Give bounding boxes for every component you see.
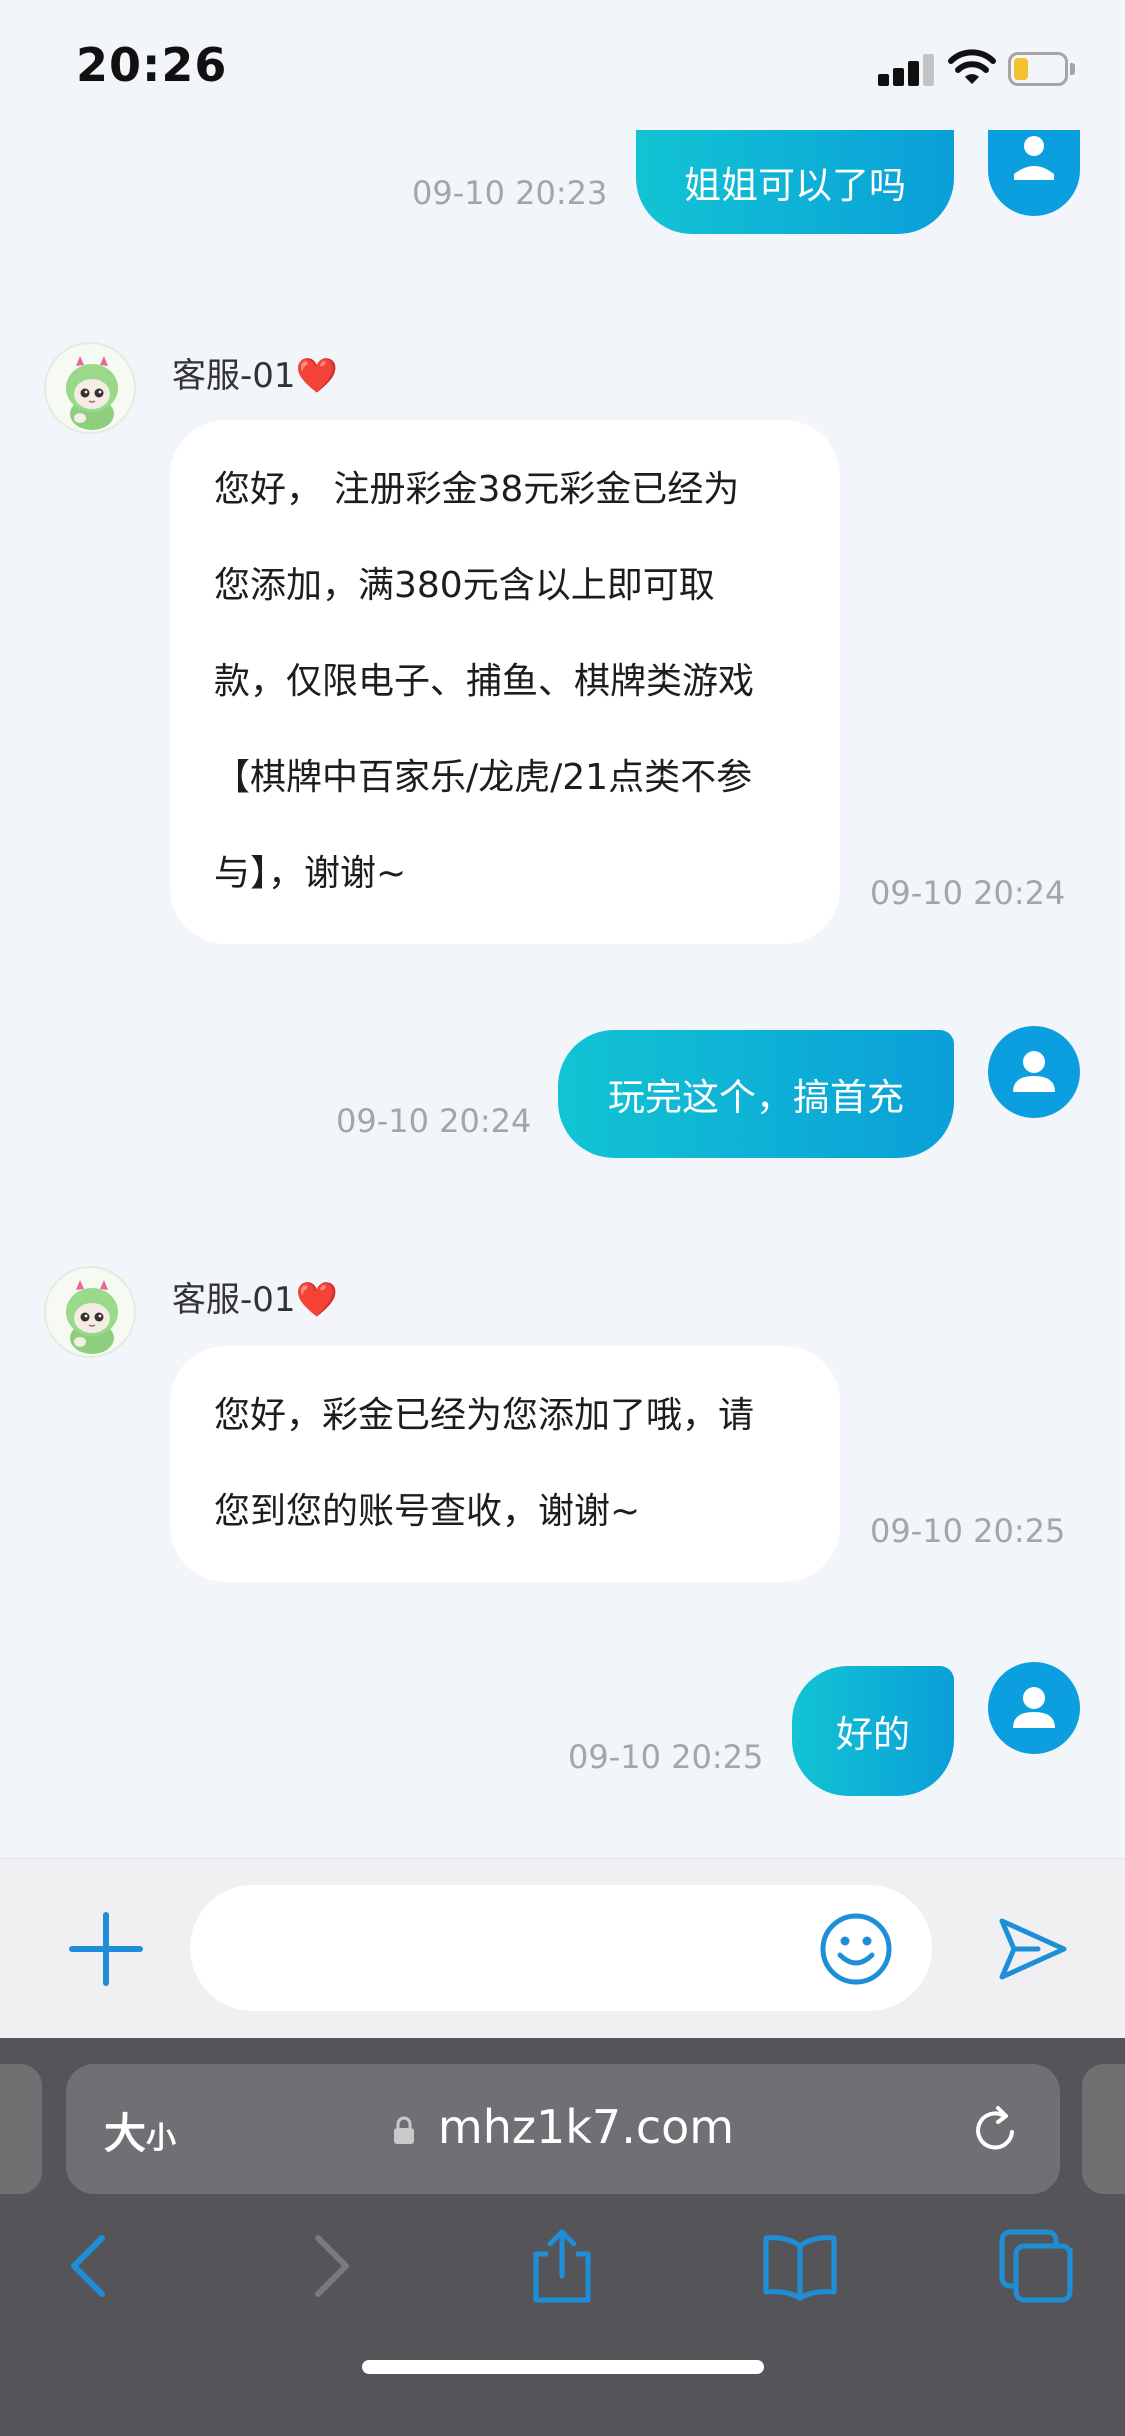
message-line: 款，仅限电子、捕鱼、棋牌类游戏	[214, 661, 755, 702]
message-line: 您添加，满380元含以上即可取	[214, 565, 715, 606]
message-timestamp: 09-10 20:24	[336, 1102, 532, 1140]
agent-avatar[interactable]	[44, 1266, 136, 1358]
message-timestamp: 09-10 20:24	[870, 874, 1066, 912]
wifi-icon	[948, 49, 996, 84]
agent-avatar[interactable]	[44, 342, 136, 434]
status-bar: 20:26	[0, 0, 1125, 130]
reload-icon[interactable]	[968, 2102, 1024, 2158]
send-icon[interactable]	[994, 1911, 1070, 1987]
browser-toolbar: 大小 mhz1k7.com	[0, 2038, 1125, 2436]
message-line: 您好，彩金已经为您添加了哦，请	[214, 1395, 755, 1436]
user-silhouette-icon	[1013, 1051, 1055, 1092]
sender-name: 客服-01❤️	[172, 356, 338, 396]
message-bubble-incoming[interactable]: 您好，彩金已经为您添加了哦，请 您到您的账号查收，谢谢~	[170, 1346, 840, 1582]
message-timestamp: 09-10 20:25	[568, 1738, 764, 1776]
url-display[interactable]: mhz1k7.com	[66, 2100, 1060, 2154]
chevron-right-icon[interactable]	[290, 2226, 370, 2306]
message-bubble-outgoing[interactable]: 好的	[792, 1666, 954, 1796]
user-avatar[interactable]	[988, 1662, 1080, 1754]
message-line: 【棋牌中百家乐/龙虎/21点类不参	[214, 757, 753, 798]
heart-icon: ❤️	[295, 1280, 338, 1320]
message-text: 玩完这个，搞首充	[608, 1076, 904, 1119]
user-silhouette-icon	[1013, 1687, 1055, 1728]
message-line: 您到您的账号查收，谢谢~	[214, 1491, 641, 1532]
home-indicator[interactable]	[362, 2360, 764, 2374]
dino-mascot-icon	[66, 356, 118, 430]
message-timestamp: 09-10 20:23	[412, 174, 608, 212]
message-line: 与】，谢谢~	[214, 853, 407, 894]
message-bubble-outgoing[interactable]: 姐姐可以了吗	[636, 130, 954, 234]
heart-icon: ❤️	[295, 356, 338, 396]
message-composer	[0, 1858, 1125, 2038]
chevron-left-icon[interactable]	[50, 2226, 130, 2306]
user-avatar[interactable]	[988, 1026, 1080, 1118]
book-icon[interactable]	[760, 2226, 840, 2306]
dino-mascot-icon	[66, 1280, 118, 1354]
tabs-icon[interactable]	[996, 2226, 1076, 2306]
previous-tab-preview[interactable]	[0, 2064, 42, 2194]
user-silhouette-icon	[1014, 136, 1054, 180]
share-icon[interactable]	[522, 2226, 602, 2306]
signal-icon	[878, 52, 936, 86]
message-line: 您好， 注册彩金38元彩金已经为	[214, 469, 740, 510]
plus-icon[interactable]	[66, 1909, 146, 1989]
smiley-icon[interactable]	[818, 1911, 894, 1987]
address-bar[interactable]: 大小 mhz1k7.com	[66, 2064, 1060, 2194]
message-text: 好的	[836, 1713, 910, 1756]
battery-icon	[1008, 52, 1075, 86]
chat-messages[interactable]: 09-10 20:23 姐姐可以了吗 客服-01❤️ 您好， 注册彩金38元彩金…	[0, 130, 1125, 1858]
user-avatar[interactable]	[988, 130, 1080, 216]
status-time: 20:26	[76, 38, 228, 92]
message-timestamp: 09-10 20:25	[870, 1512, 1066, 1550]
lock-icon	[392, 2102, 416, 2144]
next-tab-preview[interactable]	[1082, 2064, 1125, 2194]
message-text: 姐姐可以了吗	[684, 164, 906, 207]
sender-name: 客服-01❤️	[172, 1280, 338, 1320]
message-bubble-outgoing[interactable]: 玩完这个，搞首充	[558, 1030, 954, 1158]
message-bubble-incoming[interactable]: 您好， 注册彩金38元彩金已经为 您添加，满380元含以上即可取 款，仅限电子、…	[170, 420, 840, 944]
